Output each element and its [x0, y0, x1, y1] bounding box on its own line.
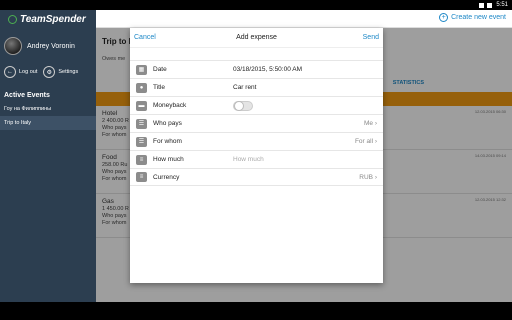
active-events-heading: Active Events: [4, 92, 50, 99]
avatar[interactable]: [4, 37, 22, 55]
system-navigation-bar: [0, 302, 512, 320]
create-event-button[interactable]: + Create new event: [439, 13, 506, 22]
dialog-title: Add expense: [236, 34, 277, 41]
top-bar: + Create new event: [96, 10, 512, 28]
gear-icon: ⚙: [43, 66, 56, 78]
brand-logo-icon: [8, 14, 17, 24]
status-bar: 5:51: [0, 0, 512, 10]
for-whom-row[interactable]: ☰ For whom For all ›: [130, 132, 383, 150]
settings-button[interactable]: ⚙ Settings: [43, 66, 78, 78]
moneyback-toggle[interactable]: [233, 100, 253, 111]
money-icon: ▬: [136, 100, 147, 111]
user-name: Andrey Voronin: [27, 42, 75, 50]
currency-label: Currency: [153, 173, 180, 181]
cancel-button[interactable]: Cancel: [134, 34, 156, 41]
how-much-label: How much: [153, 156, 184, 163]
status-time: 5:51: [496, 2, 508, 8]
plus-icon: +: [439, 13, 449, 22]
toggle-knob: [234, 100, 244, 111]
who-pays-label: Who pays: [153, 120, 182, 127]
sidebar-item-trip-to-italy[interactable]: Trip to Italy: [0, 116, 96, 130]
who-pays-value-text: Me: [363, 120, 374, 127]
logout-label: Log out: [19, 69, 38, 75]
who-pays-row[interactable]: ☰ Who pays Me ›: [130, 114, 383, 132]
date-label: Date: [153, 66, 167, 73]
title-input[interactable]: Car rent: [233, 84, 383, 91]
how-much-row[interactable]: ≡ How much How much: [130, 150, 383, 168]
for-whom-value: For all ›: [355, 138, 377, 145]
currency-list-icon: ≡: [136, 172, 147, 182]
currency-value: RUB ›: [359, 174, 377, 181]
user-profile[interactable]: Andrey Voronin: [0, 32, 96, 60]
moneyback-label: Moneyback: [153, 102, 187, 109]
brand: TeamSpender: [0, 10, 96, 28]
title-row[interactable]: ● Title Car rent: [130, 78, 383, 96]
for-whom-value-text: For all: [354, 138, 374, 145]
how-much-input[interactable]: How much: [233, 156, 383, 163]
wifi-icon: [479, 2, 485, 8]
sidebar-actions: ← Log out ⚙ Settings: [0, 62, 96, 82]
for-whom-label: For whom: [153, 138, 182, 145]
brand-name: TeamSpender: [20, 13, 86, 25]
add-expense-dialog: Cancel Add expense Send ▦ Date 03/18/201…: [130, 28, 383, 283]
settings-label: Settings: [58, 69, 79, 75]
arrow-left-icon: ←: [4, 66, 16, 78]
date-value[interactable]: 03/18/2015, 5:50:00 AM: [233, 66, 383, 73]
logout-button[interactable]: ← Log out: [4, 66, 37, 78]
calendar-icon: ▦: [136, 64, 147, 75]
who-pays-value: Me ›: [364, 120, 377, 127]
chevron-right-icon: ›: [374, 120, 377, 127]
chevron-right-icon: ›: [374, 138, 377, 145]
dialog-header: Cancel Add expense Send: [130, 28, 383, 48]
currency-row[interactable]: ≡ Currency RUB ›: [130, 168, 383, 186]
speech-bubble-icon: ●: [136, 82, 147, 93]
date-row[interactable]: ▦ Date 03/18/2015, 5:50:00 AM: [130, 60, 383, 78]
create-event-label: Create new event: [451, 14, 506, 21]
group-card-icon: ☰: [136, 136, 147, 147]
person-card-icon: ☰: [136, 118, 147, 129]
sidebar-item-philippines[interactable]: Гоу на Филиппины: [0, 102, 96, 116]
send-button[interactable]: Send: [363, 34, 379, 41]
sidebar: TeamSpender Andrey Voronin ← Log out ⚙ S…: [0, 10, 96, 302]
title-label: Title: [153, 84, 166, 91]
battery-icon: [487, 2, 493, 8]
currency-value-text: RUB: [359, 173, 374, 181]
chevron-right-icon: ›: [374, 173, 377, 181]
list-icon: ≡: [136, 154, 147, 165]
moneyback-row: ▬ Moneyback: [130, 96, 383, 114]
